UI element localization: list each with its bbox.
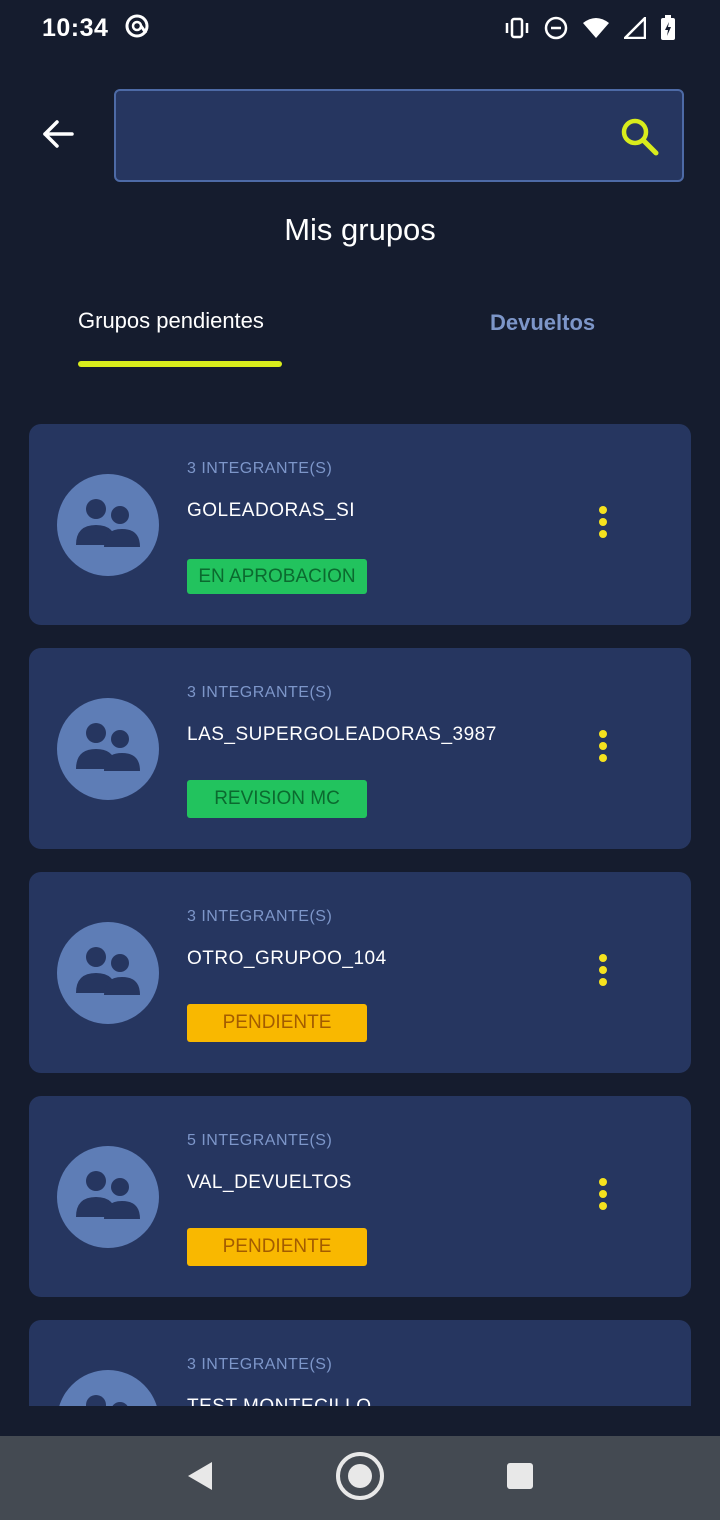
nav-recents-button[interactable]	[490, 1448, 550, 1508]
group-name: GOLEADORAS_SI	[187, 500, 356, 521]
signal-icon	[624, 17, 646, 39]
search-input[interactable]	[132, 91, 612, 180]
arrow-left-icon	[41, 119, 75, 154]
active-tab-indicator	[78, 361, 282, 367]
group-card[interactable]: 5 INTEGRANTE(S) VAL_DEVUELTOS PENDIENTE	[29, 1096, 691, 1297]
group-members-count: 3 INTEGRANTE(S)	[187, 1356, 333, 1373]
tab-grupos-pendientes[interactable]: Grupos pendientes	[78, 308, 264, 334]
circle-home-icon	[334, 1450, 386, 1507]
triangle-back-icon	[186, 1460, 214, 1497]
group-avatar	[57, 922, 159, 1024]
group-name: LAS_SUPERGOLEADORAS_3987	[187, 724, 497, 745]
group-avatar	[57, 474, 159, 576]
group-icon	[72, 1167, 144, 1228]
group-card[interactable]: 3 INTEGRANTE(S) OTRO_GRUPOO_104 PENDIENT…	[29, 872, 691, 1073]
status-badge: REVISION MC	[187, 780, 367, 818]
vibrate-icon	[504, 16, 530, 40]
group-members-count: 3 INTEGRANTE(S)	[187, 684, 333, 701]
group-card[interactable]: 3 INTEGRANTE(S) GOLEADORAS_SI EN APROBAC…	[29, 424, 691, 625]
group-name: TEST MONTECILLO	[187, 1396, 372, 1406]
group-icon	[72, 719, 144, 780]
wifi-icon	[582, 17, 610, 39]
more-options-button[interactable]	[584, 728, 622, 768]
group-name: OTRO_GRUPOO_104	[187, 948, 387, 969]
group-members-count: 5 INTEGRANTE(S)	[187, 1132, 333, 1149]
do-not-disturb-icon	[544, 16, 568, 40]
more-vert-icon	[598, 505, 608, 544]
more-options-button[interactable]	[584, 504, 622, 544]
square-recents-icon	[506, 1462, 534, 1495]
more-options-button[interactable]	[584, 952, 622, 992]
system-nav-bar	[0, 1436, 720, 1520]
group-members-count: 3 INTEGRANTE(S)	[187, 908, 333, 925]
status-badge: PENDIENTE	[187, 1228, 367, 1266]
status-time: 10:34	[42, 13, 109, 42]
tab-devueltos[interactable]: Devueltos	[490, 310, 595, 336]
more-options-button[interactable]	[584, 1176, 622, 1216]
page-title: Mis grupos	[284, 212, 436, 247]
group-name: VAL_DEVUELTOS	[187, 1172, 352, 1193]
search-icon[interactable]	[618, 115, 662, 159]
search-box	[114, 89, 684, 182]
group-members-count: 3 INTEGRANTE(S)	[187, 460, 333, 477]
group-icon	[72, 943, 144, 1004]
nav-back-button[interactable]	[170, 1448, 230, 1508]
group-card[interactable]: 3 INTEGRANTE(S) TEST MONTECILLO	[29, 1320, 691, 1406]
group-icon	[72, 1391, 144, 1406]
status-badge: PENDIENTE	[187, 1004, 367, 1042]
group-card[interactable]: 3 INTEGRANTE(S) LAS_SUPERGOLEADORAS_3987…	[29, 648, 691, 849]
group-list[interactable]: 3 INTEGRANTE(S) GOLEADORAS_SI EN APROBAC…	[0, 424, 720, 1406]
group-icon	[72, 495, 144, 556]
more-vert-icon	[598, 729, 608, 768]
group-avatar	[57, 1370, 159, 1406]
at-sign-icon	[124, 13, 150, 44]
battery-charging-icon	[660, 15, 676, 41]
more-vert-icon	[598, 1177, 608, 1216]
group-avatar	[57, 698, 159, 800]
group-avatar	[57, 1146, 159, 1248]
more-vert-icon	[598, 953, 608, 992]
status-badge: EN APROBACION	[187, 559, 367, 594]
back-button[interactable]	[32, 112, 84, 160]
nav-home-button[interactable]	[330, 1448, 390, 1508]
status-bar: 10:34	[0, 0, 720, 56]
